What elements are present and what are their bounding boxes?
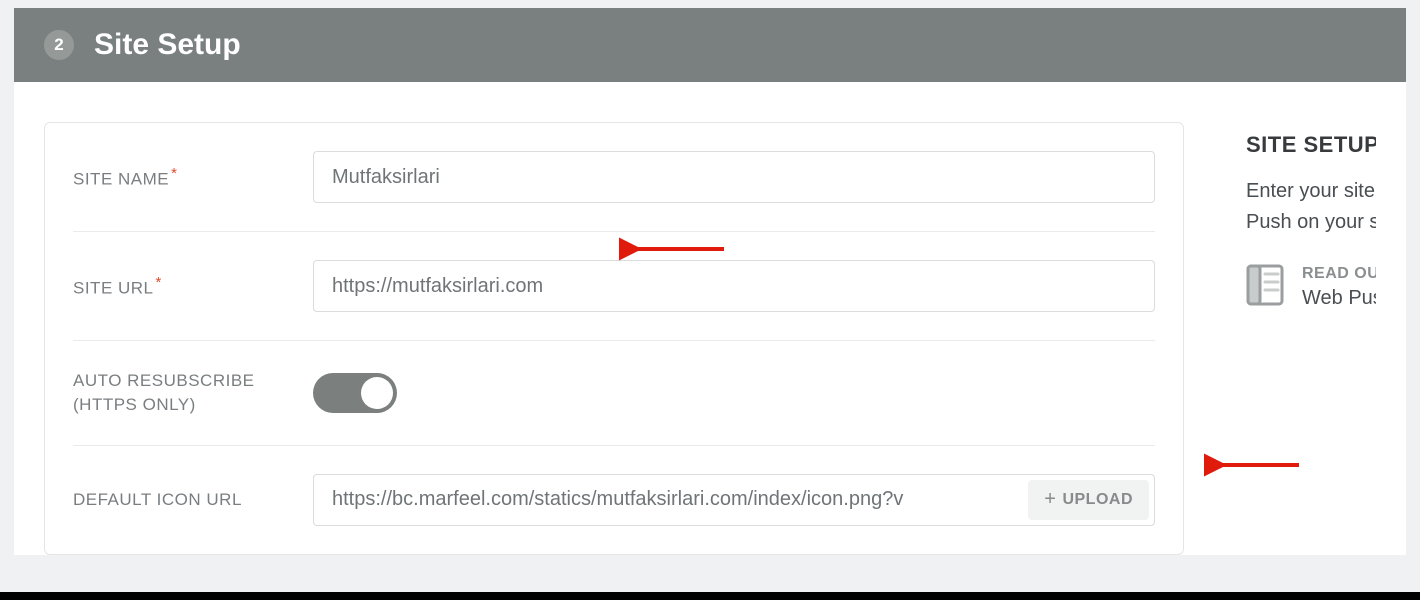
- content-area: SITE NAME* SITE URL* AUTO RESUBSCRIBE (H…: [14, 82, 1406, 555]
- knowledge-base-row[interactable]: READ OU Web Pus: [1246, 264, 1376, 310]
- kb-sub: Web Pus: [1302, 287, 1376, 310]
- bottom-border: [0, 592, 1420, 600]
- default-icon-label: DEFAULT ICON URL: [73, 488, 313, 512]
- row-auto-resubscribe: AUTO RESUBSCRIBE (HTTPS ONLY): [73, 341, 1155, 446]
- plus-icon: +: [1044, 488, 1056, 511]
- form-panel: SITE NAME* SITE URL* AUTO RESUBSCRIBE (H…: [44, 122, 1184, 555]
- help-text: Enter your site Push on your s: [1246, 176, 1376, 238]
- auto-resubscribe-label: AUTO RESUBSCRIBE (HTTPS ONLY): [73, 369, 313, 417]
- help-panel: SITE SETUP Enter your site Push on your …: [1184, 122, 1376, 555]
- help-title: SITE SETUP: [1246, 132, 1376, 158]
- step-number-badge: 2: [44, 30, 74, 60]
- site-url-label: SITE URL*: [73, 272, 313, 300]
- site-url-input[interactable]: [313, 260, 1155, 312]
- toggle-knob: [361, 377, 393, 409]
- book-icon: [1246, 264, 1284, 306]
- kb-title: READ OU: [1302, 264, 1376, 285]
- section-header: 2 Site Setup: [14, 8, 1406, 82]
- section-title: Site Setup: [94, 28, 241, 62]
- site-name-input[interactable]: [313, 151, 1155, 203]
- row-default-icon: DEFAULT ICON URL + UPLOAD: [73, 446, 1155, 554]
- site-name-label: SITE NAME*: [73, 163, 313, 191]
- required-asterisk: *: [156, 274, 162, 291]
- row-site-url: SITE URL*: [73, 232, 1155, 341]
- required-asterisk: *: [171, 165, 177, 182]
- auto-resubscribe-toggle[interactable]: [313, 373, 397, 413]
- upload-button[interactable]: + UPLOAD: [1028, 480, 1149, 520]
- row-site-name: SITE NAME*: [73, 123, 1155, 232]
